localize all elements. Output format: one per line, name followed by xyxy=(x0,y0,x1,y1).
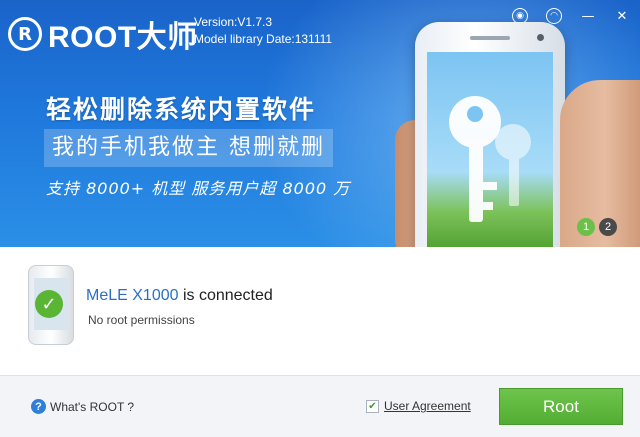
device-connection-title: MeLE X1000 is connected xyxy=(86,287,273,305)
phone-illustration xyxy=(415,22,565,247)
banner-subline: 我的手机我做主 想删就删 xyxy=(44,129,333,167)
banner-tagline: 支持 8000+ 机型 服务用户超 8000 万 xyxy=(46,179,351,198)
user-agreement-row: ✔ User Agreement xyxy=(366,399,471,413)
whats-root-label: What's ROOT ? xyxy=(50,399,135,414)
user-agreement-link[interactable]: User Agreement xyxy=(384,399,471,413)
version-info: Version:V1.7.3 Model library Date:131111 xyxy=(194,14,332,48)
app-logo: R ROOT大师 xyxy=(8,12,198,56)
minimize-icon[interactable]: — xyxy=(580,8,596,24)
close-icon[interactable]: ✕ xyxy=(614,8,630,24)
connection-status: is connected xyxy=(178,287,273,304)
logo-badge-icon: R xyxy=(8,17,42,51)
slide-dot-2[interactable]: 2 xyxy=(599,218,617,236)
logo-text: ROOT大师 xyxy=(48,21,198,54)
footer-bar: ? What's ROOT ? ✔ User Agreement Root xyxy=(0,375,640,437)
phone-speaker xyxy=(470,36,510,40)
phone-camera xyxy=(537,34,544,41)
slide-indicator: 1 2 xyxy=(577,218,617,236)
root-permission-status: No root permissions xyxy=(88,313,195,327)
key-icon xyxy=(449,96,531,222)
device-status-panel: ✓ MeLE X1000 is connected No root permis… xyxy=(0,247,640,375)
whats-root-link[interactable]: ? What's ROOT ? xyxy=(31,399,134,414)
chat-icon[interactable]: ◠ xyxy=(546,8,562,24)
root-button[interactable]: Root xyxy=(499,388,623,425)
promo-banner: R ROOT大师 Version:V1.7.3 Model library Da… xyxy=(0,0,640,247)
phone-screen xyxy=(427,52,553,247)
connected-phone-icon: ✓ xyxy=(28,265,74,345)
slide-dot-1[interactable]: 1 xyxy=(577,218,595,236)
version-label: Version:V1.7.3 xyxy=(194,15,273,29)
banner-headline: 轻松删除系统内置软件 xyxy=(46,95,317,124)
check-icon: ✓ xyxy=(35,290,63,318)
device-model: MeLE X1000 xyxy=(86,287,179,304)
model-library-label: Model library Date:131111 xyxy=(194,32,333,46)
agreement-checkbox[interactable]: ✔ xyxy=(366,399,379,413)
help-icon: ? xyxy=(31,399,46,414)
